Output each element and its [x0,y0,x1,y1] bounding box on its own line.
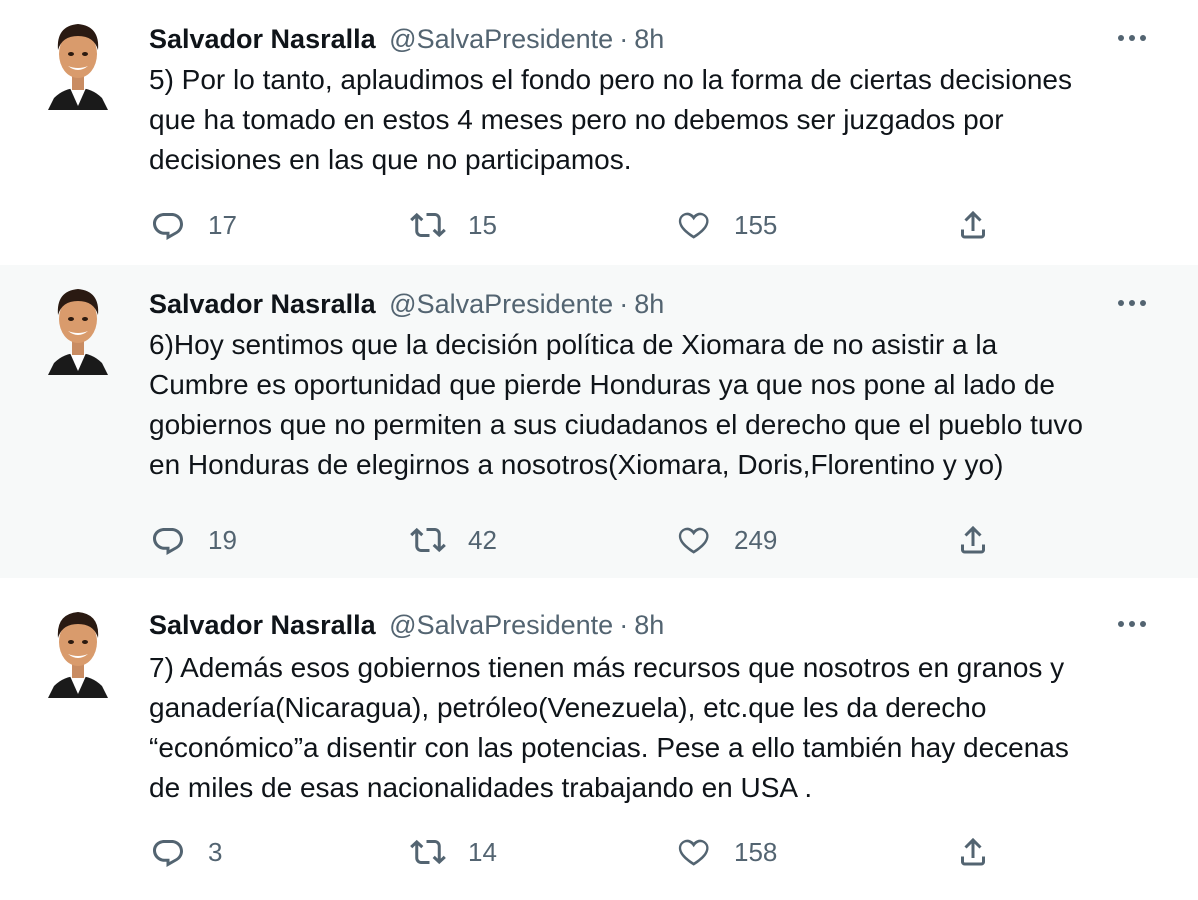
reply-icon [153,213,183,240]
tweet-actions: 17 15 155 [0,205,1198,245]
like-button[interactable]: 155 [676,205,777,245]
separator-dot: · [619,610,629,640]
author-name[interactable]: Salvador Nasralla [149,24,376,54]
author-handle[interactable]: @SalvaPresidente [389,24,613,54]
author-handle[interactable]: @SalvaPresidente [389,610,613,640]
tweet-text: 7) Además esos gobiernos tienen más recu… [149,652,1069,803]
reply-button[interactable]: 3 [150,832,222,872]
retweet-button[interactable]: 14 [410,832,497,872]
separator-dot: · [619,24,629,54]
reply-icon [153,528,183,555]
like-count: 249 [734,524,778,555]
heart-icon [678,839,709,866]
heart-icon [678,527,709,554]
tweet-header: Salvador Nasralla @SalvaPresidente · 8h [149,22,664,56]
reply-count: 17 [208,209,237,240]
share-icon [961,210,985,239]
like-button[interactable]: 249 [676,520,777,560]
more-icon[interactable] [1112,28,1152,48]
retweet-button[interactable]: 15 [410,205,497,245]
retweet-icon [410,212,446,238]
tweet[interactable]: Salvador Nasralla @SalvaPresidente · 8h 5)… [0,0,1198,265]
avatar[interactable] [44,279,112,375]
like-count: 158 [734,836,778,867]
avatar[interactable] [44,14,112,110]
more-icon[interactable] [1112,293,1152,313]
reply-count: 3 [208,836,223,867]
share-button[interactable] [955,832,991,872]
retweet-icon [410,839,446,865]
tweet-header: Salvador Nasralla @SalvaPresidente · 8h [149,608,664,642]
retweet-button[interactable]: 42 [410,520,497,560]
share-icon [961,525,985,554]
like-count: 155 [734,209,778,240]
avatar[interactable] [44,602,112,698]
reply-icon [153,840,183,867]
tweet[interactable]: Salvador Nasralla @SalvaPresidente · 8h 7)… [0,578,1198,900]
tweet-time[interactable]: 8h [634,24,664,54]
tweet-header: Salvador Nasralla @SalvaPresidente · 8h [149,287,664,321]
tweet-thread: Salvador Nasralla @SalvaPresidente · 8h 5)… [0,0,1198,900]
author-name[interactable]: Salvador Nasralla [149,610,376,640]
retweet-count: 15 [468,209,497,240]
share-button[interactable] [955,205,991,245]
separator-dot: · [619,289,629,319]
more-icon[interactable] [1112,614,1152,634]
reply-button[interactable]: 17 [150,205,237,245]
share-icon [961,837,985,866]
author-handle[interactable]: @SalvaPresidente [389,289,613,319]
share-button[interactable] [955,520,991,560]
tweet-text: 6)Hoy sentimos que la decisión política … [149,329,1083,480]
tweet-actions: 19 42 249 [0,520,1198,560]
retweet-count: 42 [468,524,497,555]
like-button[interactable]: 158 [676,832,777,872]
retweet-count: 14 [468,836,497,867]
tweet-text: 5) Por lo tanto, aplaudimos el fondo per… [149,64,1072,175]
author-name[interactable]: Salvador Nasralla [149,289,376,319]
retweet-icon [410,527,446,553]
tweet-time[interactable]: 8h [634,289,664,319]
heart-icon [678,212,709,239]
reply-button[interactable]: 19 [150,520,237,560]
tweet-time[interactable]: 8h [634,610,664,640]
tweet[interactable]: Salvador Nasralla @SalvaPresidente · 8h 6)… [0,265,1198,578]
reply-count: 19 [208,524,237,555]
tweet-actions: 3 14 158 [0,832,1198,872]
